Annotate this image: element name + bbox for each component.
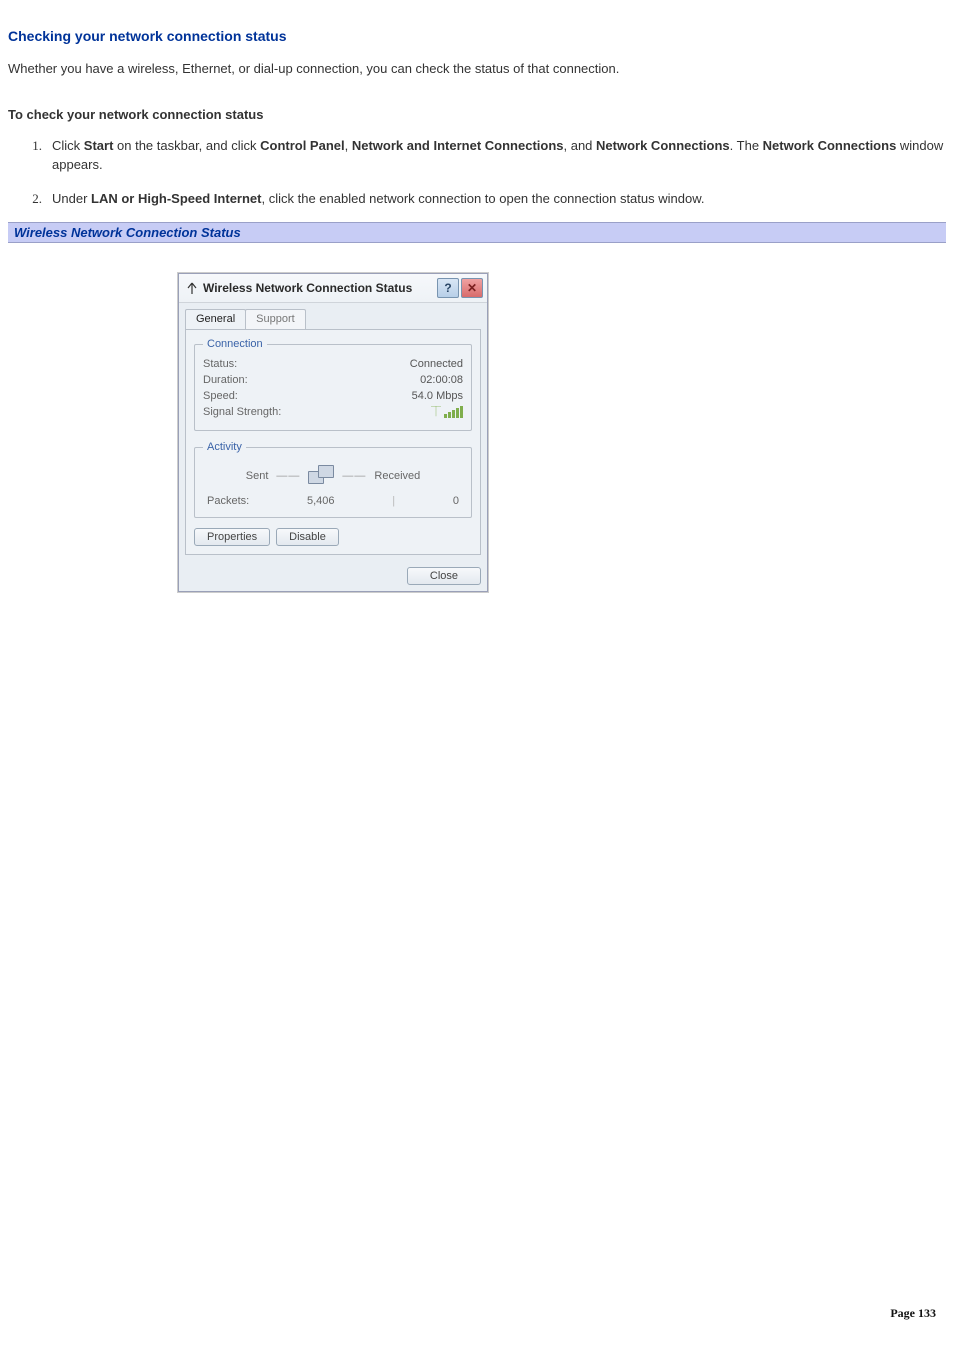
status-label: Status: bbox=[203, 358, 237, 370]
screenshot: Wireless Network Connection Status ? ✕ G… bbox=[178, 273, 946, 592]
page-number: Page 133 bbox=[890, 1306, 936, 1321]
properties-button[interactable]: Properties bbox=[194, 528, 270, 546]
disable-button[interactable]: Disable bbox=[276, 528, 339, 546]
intro-text: Whether you have a wireless, Ethernet, o… bbox=[8, 60, 946, 79]
step-number: 1. bbox=[8, 136, 52, 175]
dialog-window: Wireless Network Connection Status ? ✕ G… bbox=[178, 273, 488, 592]
activity-group: Activity Sent —— —— Received Packets: 5,… bbox=[194, 441, 472, 518]
duration-value: 02:00:08 bbox=[420, 374, 463, 386]
steps-list: 1. Click Start on the taskbar, and click… bbox=[8, 136, 946, 209]
packets-label: Packets: bbox=[207, 495, 249, 507]
tab-strip: General Support bbox=[179, 303, 487, 329]
close-button[interactable]: Close bbox=[407, 567, 481, 585]
signal-strength-icon: ⏉ bbox=[431, 406, 463, 418]
step-body: Click Start on the taskbar, and click Co… bbox=[52, 136, 946, 175]
activity-legend: Activity bbox=[203, 441, 246, 453]
antenna-icon bbox=[185, 281, 199, 295]
connection-group: Connection Status: Connected Duration: 02:… bbox=[194, 338, 472, 431]
tab-panel-general: Connection Status: Connected Duration: 02:… bbox=[185, 329, 481, 555]
tab-general[interactable]: General bbox=[185, 309, 246, 329]
packets-sent-value: 5,406 bbox=[307, 495, 335, 507]
dialog-titlebar: Wireless Network Connection Status ? ✕ bbox=[179, 274, 487, 303]
help-button[interactable]: ? bbox=[437, 278, 459, 298]
step-body: Under LAN or High-Speed Internet, click … bbox=[52, 189, 946, 209]
received-label: Received bbox=[374, 470, 420, 482]
connection-legend: Connection bbox=[203, 338, 267, 350]
signal-label: Signal Strength: bbox=[203, 406, 281, 418]
sent-label: Sent bbox=[246, 470, 269, 482]
step-number: 2. bbox=[8, 189, 52, 209]
procedure-heading: To check your network connection status bbox=[8, 107, 946, 122]
speed-label: Speed: bbox=[203, 390, 238, 402]
step-item: 2. Under LAN or High-Speed Internet, cli… bbox=[8, 189, 946, 209]
packets-received-value: 0 bbox=[453, 495, 459, 507]
duration-label: Duration: bbox=[203, 374, 248, 386]
screenshot-caption: Wireless Network Connection Status bbox=[8, 222, 946, 243]
dialog-title-text: Wireless Network Connection Status bbox=[203, 281, 412, 295]
step-item: 1. Click Start on the taskbar, and click… bbox=[8, 136, 946, 175]
page-heading: Checking your network connection status bbox=[8, 28, 946, 44]
tab-support[interactable]: Support bbox=[245, 309, 306, 329]
close-icon[interactable]: ✕ bbox=[461, 278, 483, 298]
status-value: Connected bbox=[410, 358, 463, 370]
speed-value: 54.0 Mbps bbox=[412, 390, 463, 402]
network-computers-icon bbox=[308, 465, 334, 487]
